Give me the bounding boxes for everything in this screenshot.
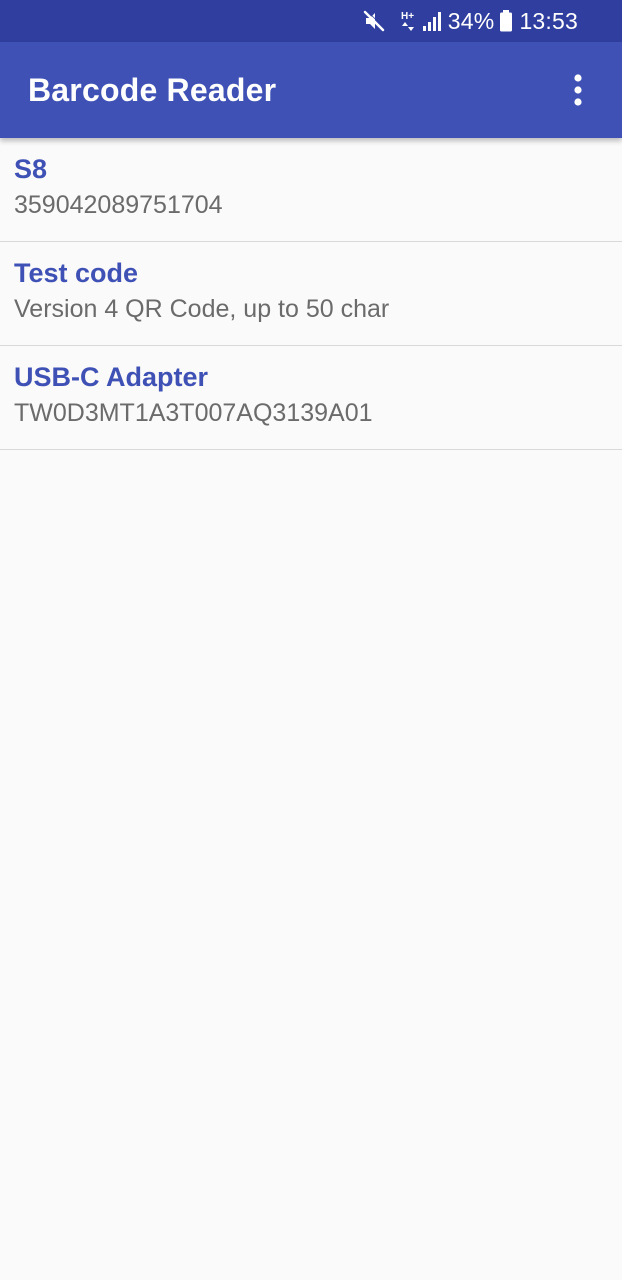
app-title: Barcode Reader xyxy=(28,71,277,108)
mute-icon xyxy=(362,9,386,33)
clock: 13:53 xyxy=(519,7,578,34)
overflow-menu-button[interactable] xyxy=(554,62,602,118)
battery-icon xyxy=(499,10,513,32)
barcode-list: S8 359042089751704 Test code Version 4 Q… xyxy=(0,138,622,450)
list-item[interactable]: Test code Version 4 QR Code, up to 50 ch… xyxy=(0,242,622,346)
item-title: Test code xyxy=(14,257,139,288)
status-bar: H+ 34% 13:53 xyxy=(0,0,622,42)
item-value: TW0D3MT1A3T007AQ3139A01 xyxy=(14,398,373,427)
signal-icon xyxy=(422,10,444,32)
list-item[interactable]: S8 359042089751704 xyxy=(0,138,622,242)
item-value: Version 4 QR Code, up to 50 char xyxy=(14,294,390,323)
item-title: S8 xyxy=(14,153,48,184)
network-type-icon: H+ xyxy=(400,9,418,33)
more-vert-icon xyxy=(574,74,582,106)
list-item[interactable]: USB-C Adapter TW0D3MT1A3T007AQ3139A01 xyxy=(0,346,622,450)
app-bar: Barcode Reader xyxy=(0,42,622,138)
battery-percent: 34% xyxy=(447,7,495,34)
network-type-label: H+ xyxy=(401,11,414,22)
item-title: USB-C Adapter xyxy=(14,361,209,392)
item-value: 359042089751704 xyxy=(14,190,223,219)
